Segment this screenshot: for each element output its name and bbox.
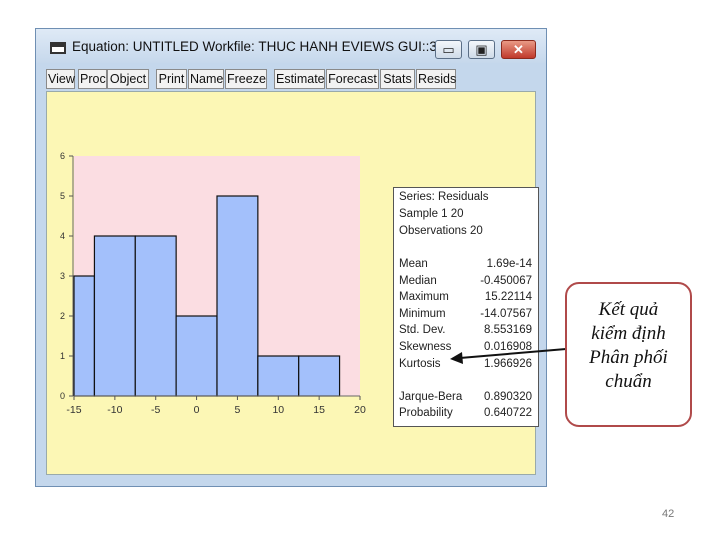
stat-value: 0.016908: [484, 341, 532, 353]
stat-value: 1.69e-14: [486, 258, 532, 270]
print-button[interactable]: Print: [156, 69, 187, 89]
stats-table: Series: Residuals Sample 1 20 Observatio…: [393, 187, 539, 427]
callout-text: Kết quả kiểm định Phân phối chuẩn: [567, 298, 690, 394]
callout-line: Phân phối: [589, 347, 668, 368]
maximize-icon: ▣: [475, 42, 488, 57]
estimate-button[interactable]: Estimate: [274, 69, 325, 89]
window-icon: [50, 42, 66, 54]
jarque-bera-label: Jarque-Bera: [399, 391, 463, 403]
output-panel: Series: Residuals Sample 1 20 Observatio…: [46, 91, 539, 475]
callout-line: chuẩn: [605, 371, 652, 392]
stats-observations-label: Observations 20: [399, 225, 483, 237]
toolbar: View Proc Object Print Name Freeze Estim…: [46, 69, 538, 91]
probability-value: 0.640722: [484, 407, 532, 419]
probability-label: Probability: [399, 407, 453, 419]
stat-label: Minimum: [399, 308, 446, 320]
stat-label: Median: [399, 275, 437, 287]
stats-series-label: Series: Residuals: [399, 191, 489, 203]
freeze-button[interactable]: Freeze: [225, 69, 267, 89]
eviews-equation-window: Equation: UNTITLED Workfile: THUC HANH E…: [35, 28, 547, 487]
stat-value: -0.450067: [480, 275, 532, 287]
callout-line: Kết quả: [598, 299, 659, 320]
maximize-button[interactable]: ▣: [468, 40, 495, 59]
stat-label: Mean: [399, 258, 428, 270]
stat-value: -14.07567: [480, 308, 532, 320]
title-bar[interactable]: Equation: UNTITLED Workfile: THUC HANH E…: [36, 29, 546, 63]
forecast-button[interactable]: Forecast: [326, 69, 379, 89]
page-number: 42: [662, 508, 675, 520]
callout-line: kiểm định: [591, 323, 666, 344]
stat-value: 1.966926: [484, 358, 532, 370]
object-button[interactable]: Object: [107, 69, 149, 89]
minimize-icon: ▭: [442, 42, 455, 57]
stat-label: Skewness: [399, 341, 452, 353]
stat-label: Kurtosis: [399, 358, 441, 370]
minimize-button[interactable]: ▭: [435, 40, 462, 59]
view-button[interactable]: View: [46, 69, 75, 89]
name-button[interactable]: Name: [188, 69, 224, 89]
stat-value: 15.22114: [484, 291, 532, 303]
jarque-bera-value: 0.890320: [484, 391, 532, 403]
stats-sample-label: Sample 1 20: [399, 208, 464, 220]
stat-label: Maximum: [399, 291, 449, 303]
annotation-callout: Kết quả kiểm định Phân phối chuẩn: [565, 282, 692, 427]
stats-button[interactable]: Stats: [380, 69, 415, 89]
close-button[interactable]: ✕: [501, 40, 536, 59]
resids-button[interactable]: Resids: [416, 69, 456, 89]
stat-label: Std. Dev.: [399, 324, 446, 336]
proc-button[interactable]: Proc: [78, 69, 107, 89]
close-icon: ✕: [513, 42, 524, 57]
window-title: Equation: UNTITLED Workfile: THUC HANH E…: [72, 39, 449, 54]
stat-value: 8.553169: [484, 324, 532, 336]
